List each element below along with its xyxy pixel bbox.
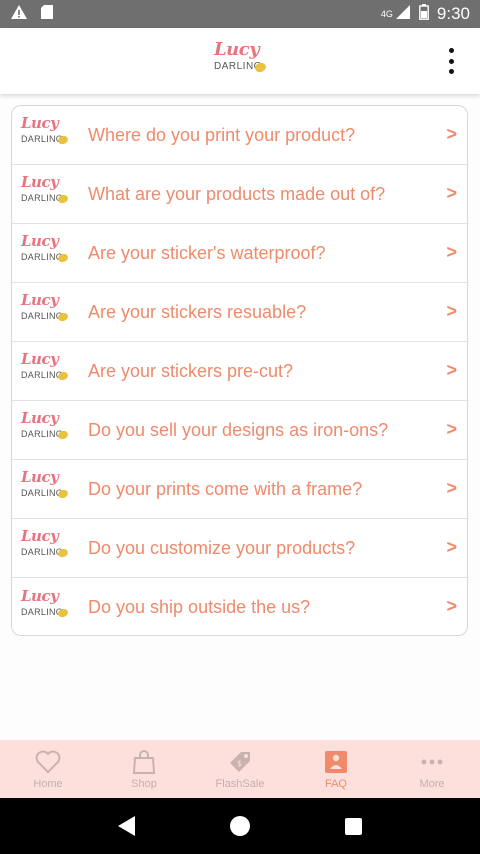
tab-faq[interactable]: FAQ bbox=[288, 740, 384, 798]
chevron-right-icon: > bbox=[446, 183, 457, 203]
app-logo: Lucy DARLING bbox=[212, 39, 268, 83]
battery-icon bbox=[419, 3, 429, 25]
faq-row[interactable]: Lucy DARLING Do you ship outside the us? > bbox=[12, 578, 467, 635]
tab-label: FlashSale bbox=[215, 778, 265, 790]
faq-row[interactable]: Lucy DARLING Are your stickers resuable? > bbox=[12, 283, 467, 342]
logo-script: Lucy bbox=[21, 586, 59, 605]
more-dots-icon bbox=[418, 748, 446, 776]
faq-row-logo: Lucy DARLING bbox=[18, 408, 74, 452]
logo-script: Lucy bbox=[21, 291, 59, 309]
logo-subtext: DARLING bbox=[21, 488, 64, 498]
faq-row-logo: Lucy DARLING bbox=[18, 172, 74, 216]
faq-question: Where do you print your product? bbox=[88, 124, 356, 145]
chevron-right-icon: > bbox=[446, 537, 457, 557]
home-circle-icon[interactable] bbox=[229, 816, 250, 836]
logo-subtext: DARLING bbox=[21, 252, 64, 262]
faq-row-logo: Lucy DARLING bbox=[18, 231, 74, 275]
app-bar: Lucy DARLING bbox=[0, 28, 480, 94]
logo-script: Lucy bbox=[21, 409, 59, 427]
network-type: 4G bbox=[380, 8, 393, 19]
faq-row[interactable]: Lucy DARLING What are your products made o… bbox=[12, 165, 467, 224]
status-time: 9:30 bbox=[436, 4, 470, 23]
faq-row[interactable]: Lucy DARLING Do you sell your designs as i… bbox=[12, 401, 467, 460]
sd-card-icon bbox=[40, 4, 54, 25]
faq-row[interactable]: Lucy DARLING Are your stickers pre-cut? > bbox=[12, 342, 467, 401]
shopping-bag-icon bbox=[130, 748, 158, 776]
recents-icon[interactable] bbox=[345, 817, 363, 835]
logo-subtext: DARLING bbox=[21, 547, 64, 557]
tab-label: FAQ bbox=[324, 778, 347, 790]
faq-row[interactable]: Lucy DARLING Do you customize your product… bbox=[12, 519, 467, 578]
tab-label: Shop bbox=[131, 778, 157, 790]
faq-question: Do your prints come with a frame? bbox=[88, 478, 363, 499]
status-bar: 4G 9:30 bbox=[0, 0, 480, 28]
tab-label: Home bbox=[33, 778, 63, 790]
faq-row[interactable]: Lucy DARLING Where do you print your produ… bbox=[12, 106, 467, 165]
signal-icon bbox=[395, 4, 411, 25]
chevron-right-icon: > bbox=[446, 596, 457, 616]
system-nav-bar bbox=[0, 798, 480, 854]
faq-question: Are your sticker's waterproof? bbox=[88, 242, 326, 263]
faq-row[interactable]: Lucy DARLING Do your prints come with a fr… bbox=[12, 460, 467, 519]
faq-question: Do you sell your designs as iron-ons? bbox=[88, 419, 389, 440]
logo-script: Lucy bbox=[21, 173, 59, 191]
faq-question: Do you ship outside the us? bbox=[88, 597, 311, 617]
logo-script: Lucy bbox=[21, 232, 59, 250]
faq-question: What are your products made out of? bbox=[88, 183, 386, 204]
faq-question: Are your stickers pre-cut? bbox=[88, 360, 294, 381]
faq-list: Lucy DARLING Where do you print your produ… bbox=[11, 105, 468, 636]
back-icon[interactable] bbox=[117, 816, 135, 836]
logo-subtext: DARLING bbox=[21, 193, 64, 203]
tab-flashsale[interactable]: $ FlashSale bbox=[192, 740, 288, 798]
tab-home[interactable]: Home bbox=[0, 740, 96, 798]
logo-script: Lucy bbox=[21, 527, 59, 545]
faq-row-logo: Lucy DARLING bbox=[18, 290, 74, 334]
chevron-right-icon: > bbox=[446, 301, 457, 321]
logo-subtext: DARLING bbox=[21, 606, 64, 617]
price-tag-icon: $ bbox=[226, 748, 254, 776]
chevron-right-icon: > bbox=[446, 124, 457, 144]
tab-more[interactable]: More bbox=[384, 740, 480, 798]
faq-question: Do you customize your products? bbox=[88, 537, 356, 558]
faq-row-logo: Lucy DARLING bbox=[18, 526, 74, 570]
warning-icon bbox=[10, 4, 28, 25]
chevron-right-icon: > bbox=[446, 360, 457, 380]
svg-text:$: $ bbox=[237, 759, 242, 768]
logo-subtext: DARLING bbox=[21, 429, 64, 439]
logo-script: Lucy bbox=[214, 39, 260, 60]
tab-shop[interactable]: Shop bbox=[96, 740, 192, 798]
chevron-right-icon: > bbox=[446, 419, 457, 439]
logo-script: Lucy bbox=[21, 114, 59, 132]
logo-script: Lucy bbox=[21, 468, 59, 486]
chevron-right-icon: > bbox=[446, 478, 457, 498]
faq-question: Are your stickers resuable? bbox=[88, 301, 307, 322]
overflow-menu-icon[interactable] bbox=[444, 48, 458, 74]
heart-icon bbox=[34, 748, 62, 776]
logo-subtext: DARLING bbox=[21, 134, 64, 144]
faq-row-logo: Lucy DARLING bbox=[18, 467, 74, 511]
chevron-right-icon: > bbox=[446, 242, 457, 262]
bottom-tab-bar: Home Shop $ FlashSale FAQ More bbox=[0, 740, 480, 798]
logo-subtext: DARLING bbox=[21, 311, 64, 321]
faq-row[interactable]: Lucy DARLING Are your sticker's waterproof… bbox=[12, 224, 467, 283]
tab-label: More bbox=[419, 778, 445, 790]
logo-subtext: DARLING bbox=[21, 370, 64, 380]
logo-script: Lucy bbox=[21, 350, 59, 368]
faq-icon bbox=[322, 748, 350, 776]
faq-row-logo: Lucy DARLING bbox=[18, 113, 74, 157]
faq-row-logo: Lucy DARLING bbox=[18, 349, 74, 393]
faq-row-logo: Lucy DARLING bbox=[18, 586, 74, 630]
